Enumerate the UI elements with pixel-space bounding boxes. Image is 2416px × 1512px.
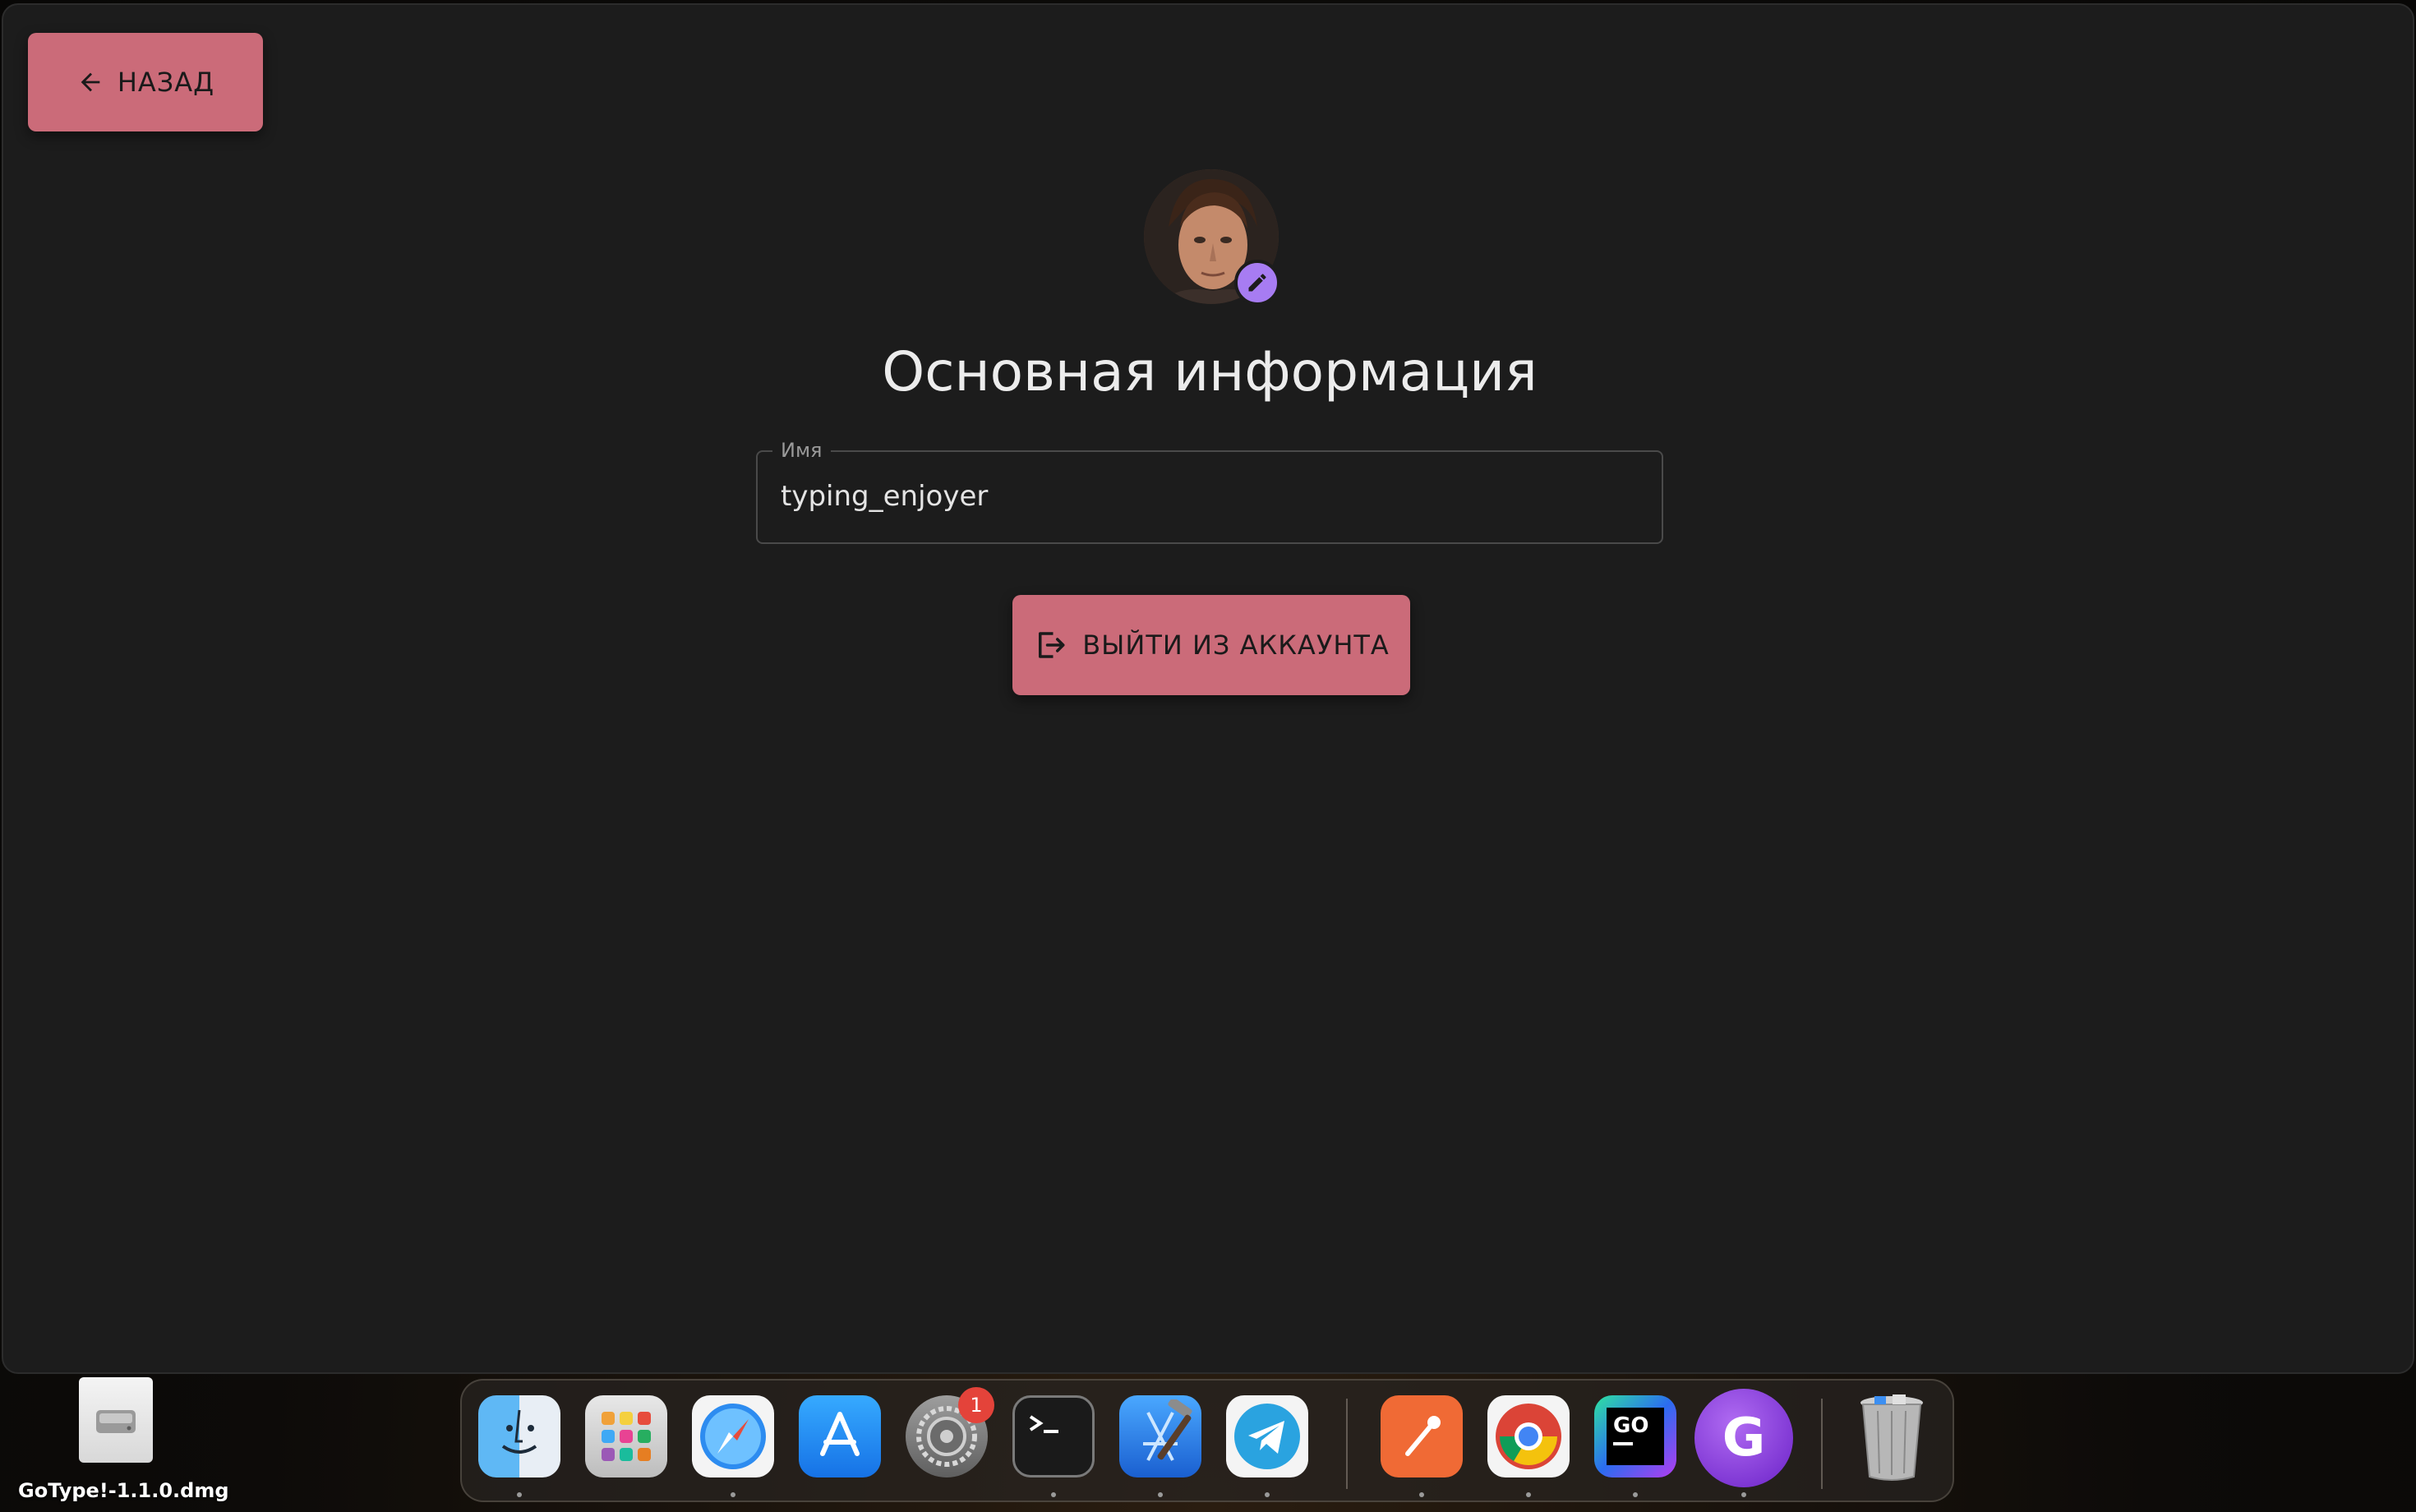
gotype-icon[interactable]: G [1694,1389,1793,1487]
desktop-file-dmg[interactable]: GoType!-1.1.0.dmg [18,1374,229,1505]
name-field-label: Имя [772,439,831,462]
xcode-icon[interactable] [1119,1395,1201,1477]
trash-icon[interactable] [1851,1394,1933,1481]
logout-button[interactable]: ВЫЙТИ ИЗ АККАУНТА [1012,595,1410,695]
name-field[interactable]: Имя typing_enjoyer [756,439,1663,544]
edit-avatar-button[interactable] [1234,260,1280,306]
app-window: НАЗАД Основная информация Имя typing_enj… [2,3,2414,1374]
desktop-file-label: GoType!-1.1.0.dmg [18,1479,229,1502]
launchpad-icon[interactable] [585,1395,667,1477]
telegram-icon[interactable] [1226,1395,1308,1477]
dock: 1 GO G [460,1379,1954,1502]
gotype-running-dot [1741,1492,1746,1497]
safari-running-dot [731,1492,735,1497]
finder-icon[interactable] [478,1395,560,1477]
back-button[interactable]: НАЗАД [28,33,263,131]
xcode-running-dot [1158,1492,1163,1497]
goland-running-dot [1633,1492,1638,1497]
chrome-running-dot [1526,1492,1531,1497]
name-input[interactable]: typing_enjoyer [781,480,988,513]
logout-icon [1039,632,1065,658]
gotype-icon-letter: G [1722,1408,1766,1468]
dock-separator [1821,1399,1823,1489]
telegram-running-dot [1265,1492,1270,1497]
logout-button-label: ВЫЙТИ ИЗ АККАУНТА [1082,629,1390,661]
pencil-icon [1248,274,1266,292]
dock-separator [1346,1399,1348,1489]
notification-badge: 1 [958,1387,994,1423]
terminal-running-dot [1051,1492,1056,1497]
avatar-container [1144,169,1280,306]
system-settings-icon[interactable]: 1 [906,1387,994,1477]
goland-icon[interactable]: GO [1594,1395,1676,1477]
arrow-left-icon [81,72,100,92]
back-button-label: НАЗАД [117,67,215,98]
postman-icon[interactable] [1381,1395,1463,1477]
finder-running-dot [517,1492,522,1497]
disk-image-icon [79,1377,153,1463]
page-title: Основная информация [882,340,1538,403]
desktop: НАЗАД Основная информация Имя typing_enj… [0,0,2416,1512]
terminal-icon[interactable] [1012,1395,1095,1477]
safari-icon[interactable] [692,1395,774,1477]
app-store-icon[interactable] [799,1395,881,1477]
postman-running-dot [1419,1492,1424,1497]
goland-icon-text: GO [1613,1413,1649,1438]
chrome-icon[interactable] [1487,1395,1570,1477]
